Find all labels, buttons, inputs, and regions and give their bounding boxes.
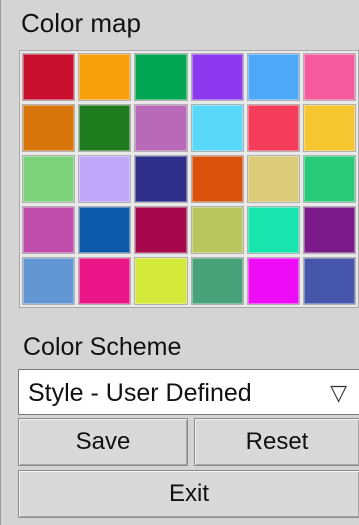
color-swatch[interactable] — [22, 206, 76, 254]
color-swatch[interactable] — [22, 257, 76, 305]
color-swatch[interactable] — [134, 257, 188, 305]
color-swatch[interactable] — [302, 104, 356, 152]
color-swatch[interactable] — [22, 53, 76, 101]
color-swatch[interactable] — [302, 155, 356, 203]
color-map-title: Color map — [21, 8, 141, 38]
color-scheme-label: Color Scheme — [23, 333, 182, 361]
color-swatch[interactable] — [246, 257, 300, 305]
dropdown-arrow-icon[interactable]: ▽ — [330, 378, 347, 408]
exit-button[interactable]: Exit — [18, 470, 359, 518]
color-swatch[interactable] — [78, 257, 132, 305]
color-swatch[interactable] — [22, 104, 76, 152]
color-swatch[interactable] — [78, 104, 132, 152]
color-swatch[interactable] — [134, 155, 188, 203]
color-swatch[interactable] — [134, 206, 188, 254]
color-swatch[interactable] — [134, 104, 188, 152]
color-swatch[interactable] — [246, 104, 300, 152]
color-swatch[interactable] — [302, 257, 356, 305]
color-map-panel: Color map Color Scheme Style - User Defi… — [0, 0, 359, 525]
color-swatch[interactable] — [78, 53, 132, 101]
color-swatch[interactable] — [246, 53, 300, 101]
color-swatch[interactable] — [134, 53, 188, 101]
color-swatch[interactable] — [78, 155, 132, 203]
color-swatch[interactable] — [190, 206, 244, 254]
color-swatch[interactable] — [190, 53, 244, 101]
reset-button[interactable]: Reset — [194, 418, 359, 466]
color-scheme-dropdown[interactable]: Style - User Defined ▽ — [18, 369, 359, 415]
save-button[interactable]: Save — [18, 418, 188, 466]
color-swatch[interactable] — [78, 206, 132, 254]
color-swatch[interactable] — [302, 206, 356, 254]
color-swatch[interactable] — [190, 155, 244, 203]
color-swatch[interactable] — [190, 257, 244, 305]
color-swatch[interactable] — [246, 206, 300, 254]
color-swatch[interactable] — [246, 155, 300, 203]
color-map-grid — [19, 50, 359, 308]
color-swatch[interactable] — [302, 53, 356, 101]
color-scheme-selected: Style - User Defined — [28, 379, 252, 407]
color-swatch[interactable] — [22, 155, 76, 203]
color-swatch[interactable] — [190, 104, 244, 152]
